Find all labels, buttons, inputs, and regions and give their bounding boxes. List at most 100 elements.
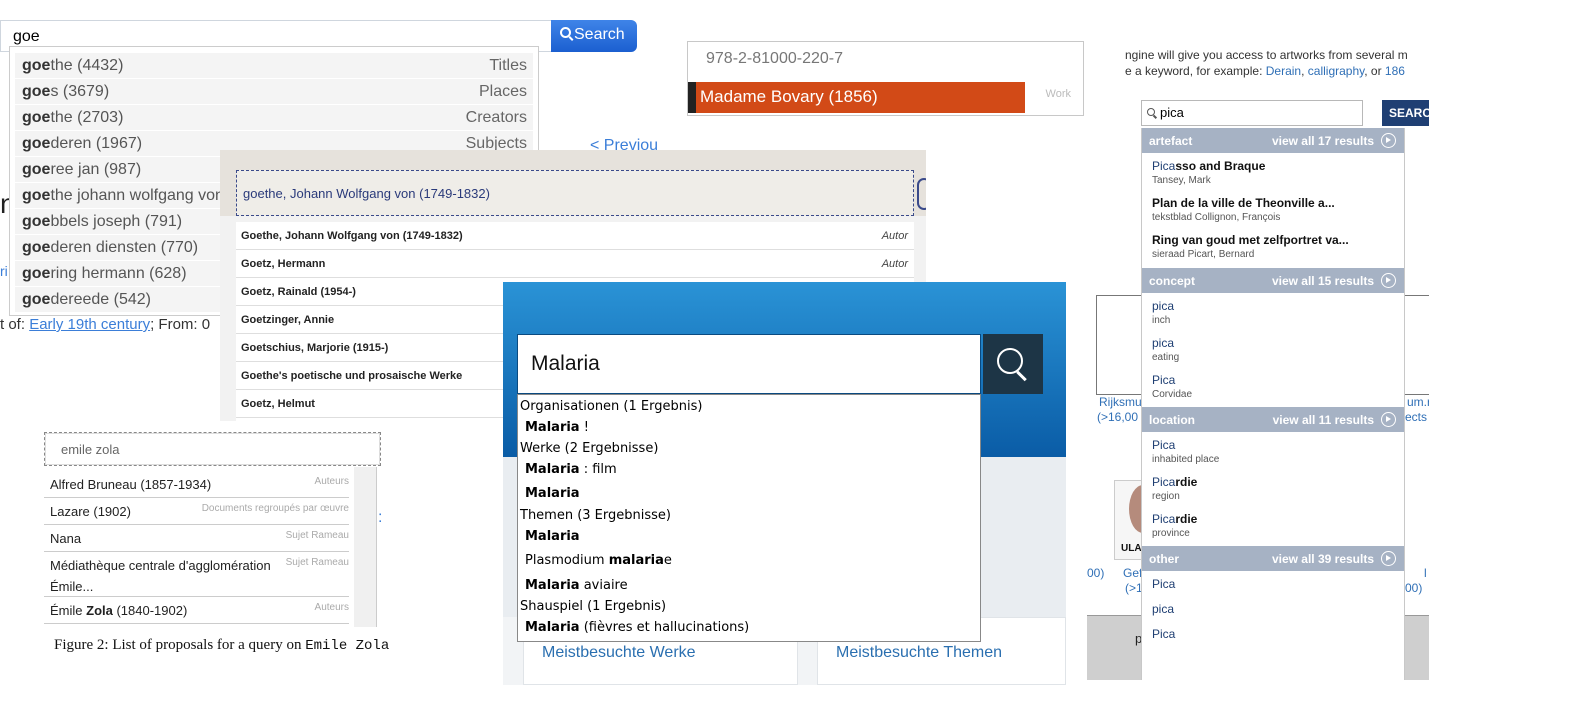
arrow-circle-icon[interactable] bbox=[1381, 551, 1396, 566]
result-item[interactable]: Malaria ! bbox=[525, 420, 589, 435]
group-header-other[interactable]: other view all 39 results bbox=[1142, 546, 1404, 571]
search-icon bbox=[997, 348, 1023, 374]
result-match: malaria bbox=[608, 553, 664, 568]
creator-name: Goethe, Johann Wolfgang von (1749-1832) bbox=[241, 230, 463, 242]
proposal-row[interactable]: Alfred Bruneau (1857-1934) Auteurs bbox=[44, 471, 349, 498]
result-item[interactable]: Pica inhabited place bbox=[1152, 438, 1402, 465]
suggestion-item[interactable]: goes (3679) Places bbox=[15, 79, 533, 104]
result-item[interactable]: pica eating bbox=[1152, 336, 1402, 363]
bg-count: (>16,00 bbox=[1097, 410, 1139, 424]
suggestion-text: ree jan (987) bbox=[50, 161, 142, 178]
result-item[interactable]: pica inch bbox=[1152, 299, 1402, 326]
selected-value-field[interactable]: goethe, Johann Wolfgang von (1749-1832) bbox=[236, 170, 914, 216]
group-header-concept[interactable]: concept view all 15 results bbox=[1142, 268, 1404, 293]
search-icon bbox=[560, 27, 571, 38]
suggestion-text: the johann wolfgang von bbox=[50, 187, 224, 204]
search-button[interactable] bbox=[983, 334, 1043, 394]
proposal-row[interactable]: Émile Zola (1840-1902) Auteurs bbox=[44, 597, 349, 624]
result-subtitle: province bbox=[1152, 528, 1190, 539]
creator-row[interactable]: Goethe, Johann Wolfgang von (1749-1832) A… bbox=[236, 222, 914, 250]
result-item[interactable]: Pica bbox=[1152, 627, 1402, 641]
proposal-row[interactable]: Nana Sujet Rameau bbox=[44, 525, 349, 552]
result-item[interactable]: Plasmodium malariae bbox=[525, 553, 672, 568]
result-rest: (fièvres et hallucinations) bbox=[579, 620, 750, 635]
proposal-label: Médiathèque centrale d'agglomération bbox=[50, 558, 271, 573]
result-item[interactable]: Malaria aviaire bbox=[525, 578, 628, 593]
result-title: Pica bbox=[1152, 373, 1175, 387]
view-all-link[interactable]: view all 11 results bbox=[1273, 413, 1374, 427]
group-header-location[interactable]: location view all 11 results bbox=[1142, 407, 1404, 432]
view-all-link[interactable]: view all 15 results bbox=[1272, 274, 1374, 288]
proposal-category: Auteurs bbox=[314, 476, 349, 487]
period-link[interactable]: Early 19th century bbox=[29, 316, 150, 333]
creator-row[interactable]: Goetz, Hermann Autor bbox=[236, 250, 914, 278]
isbn-search-input[interactable]: 978-2-81000-220-7 bbox=[687, 41, 1084, 79]
intro-text: ngine will give you access to artworks f… bbox=[1125, 47, 1429, 79]
arrow-circle-icon[interactable] bbox=[1381, 133, 1396, 148]
arrow-circle-icon[interactable] bbox=[1381, 273, 1396, 288]
arrow-circle-icon[interactable] bbox=[1381, 412, 1396, 427]
proposal-row[interactable]: Lazare (1902) Documents regroupés par œuv… bbox=[44, 498, 349, 525]
field-header: goethe, Johann Wolfgang von (1749-1832) bbox=[220, 150, 926, 216]
suggestion-text: s (3679) bbox=[50, 83, 110, 100]
result-item[interactable]: pica bbox=[1152, 602, 1402, 616]
view-all-link[interactable]: view all 39 results bbox=[1272, 552, 1374, 566]
result-title: Pica bbox=[1152, 577, 1175, 591]
suggestion-match: goe bbox=[22, 239, 51, 256]
search-input[interactable]: emile zola bbox=[44, 432, 381, 466]
search-button[interactable]: Search bbox=[551, 20, 637, 52]
bg-rijks-link[interactable]: Rijksmu bbox=[1099, 395, 1142, 409]
result-prefix: Plasmodium bbox=[525, 553, 609, 568]
result-rest: aviaire bbox=[579, 578, 628, 593]
result-title: Picardie bbox=[1152, 512, 1197, 526]
suggestion-text: deren diensten (770) bbox=[50, 239, 199, 256]
suggestion-match: goe bbox=[22, 291, 51, 308]
suggestion-text: ring hermann (628) bbox=[50, 265, 187, 282]
result-title: pica bbox=[1152, 299, 1174, 313]
result-item[interactable]: Pica bbox=[1152, 577, 1402, 591]
suggestion-category: Creators bbox=[465, 109, 527, 126]
group-name: other bbox=[1149, 552, 1179, 566]
suggestion-item[interactable]: goethe (4432) Titles bbox=[15, 53, 533, 78]
result-item[interactable]: Picardie province bbox=[1152, 512, 1402, 539]
result-subtitle: Tansey, Mark bbox=[1152, 175, 1211, 186]
result-match: Malaria bbox=[525, 420, 580, 435]
search-button[interactable]: SEARC bbox=[1382, 100, 1429, 126]
result-item[interactable]: Malaria bbox=[525, 486, 580, 501]
result-match: pica bbox=[1152, 336, 1175, 350]
group-header-artefact[interactable]: artefact view all 17 results bbox=[1142, 128, 1404, 153]
result-item[interactable]: Malaria : film bbox=[525, 462, 617, 477]
search-input[interactable]: Malaria bbox=[517, 334, 981, 394]
result-item[interactable]: Picardie region bbox=[1152, 475, 1402, 502]
result-item[interactable]: Pica Corvidae bbox=[1152, 373, 1402, 400]
view-all-link[interactable]: view all 17 results bbox=[1272, 134, 1374, 148]
example-link-derain[interactable]: Derain bbox=[1266, 64, 1301, 78]
suggestion-match: goe bbox=[22, 109, 51, 126]
result-rest: Ring van goud met zelfportret va... bbox=[1152, 233, 1349, 247]
proposal-category: Auteurs bbox=[314, 602, 349, 613]
suggestion-category: Places bbox=[478, 83, 527, 100]
suggestion-item[interactable]: goethe (2703) Creators bbox=[15, 105, 533, 130]
group-name: location bbox=[1149, 413, 1196, 427]
search-icon bbox=[1147, 108, 1155, 116]
suggestion-text: the (2703) bbox=[50, 109, 124, 126]
result-rest: rdie bbox=[1175, 512, 1198, 526]
result-rest: ! bbox=[579, 420, 589, 435]
link-fragment[interactable]: ri bbox=[0, 263, 8, 279]
period-prefix: t of: bbox=[0, 316, 30, 333]
suggestion-match: goe bbox=[22, 213, 51, 230]
result-item[interactable]: Malaria bbox=[525, 529, 580, 544]
bg-gef[interactable]: Gef bbox=[1123, 566, 1142, 580]
result-item[interactable]: Ring van goud met zelfportret va... siera… bbox=[1152, 233, 1402, 260]
scrollbar[interactable] bbox=[354, 467, 376, 627]
proposal-row[interactable]: Médiathèque centrale d'agglomération Émil… bbox=[44, 552, 349, 597]
result-item[interactable]: Picasso and Braque Tansey, Mark bbox=[1152, 159, 1402, 186]
rijksmuseum-search-panel: ngine will give you access to artworks f… bbox=[1087, 40, 1429, 680]
result-item-highlighted[interactable]: Madame Bovary (1856) bbox=[688, 82, 1025, 113]
example-link-186[interactable]: 186 bbox=[1385, 64, 1405, 78]
result-item[interactable]: Malaria (fièvres et hallucinations) bbox=[525, 620, 749, 635]
example-link-calligraphy[interactable]: calligraphy bbox=[1308, 64, 1364, 78]
result-item[interactable]: Plan de la ville de Theonville a... tekst… bbox=[1152, 196, 1402, 223]
creator-name: Goetz, Rainald (1954-) bbox=[241, 286, 356, 298]
search-input[interactable]: pica bbox=[1141, 100, 1363, 126]
